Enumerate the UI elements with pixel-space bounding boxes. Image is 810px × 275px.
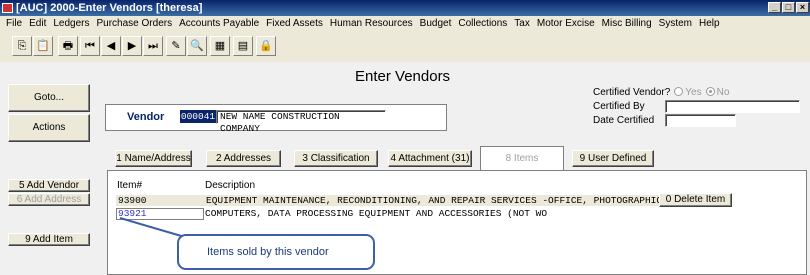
search-icon[interactable]: 🔍	[187, 36, 207, 56]
menu-fixed-assets[interactable]: Fixed Assets	[266, 18, 323, 29]
item-description: EQUIPMENT MAINTENANCE, RECONDITIONING, A…	[206, 195, 663, 206]
menu-bar: File Edit Ledgers Purchase Orders Accounts P…	[0, 16, 810, 32]
edit-icon[interactable]: ✎	[166, 36, 186, 56]
add-address-button[interactable]: 6 Add Address	[8, 193, 90, 206]
minimize-button[interactable]: _	[768, 2, 781, 13]
paste-icon[interactable]: 📋	[33, 36, 53, 56]
screen-title: Enter Vendors	[355, 68, 451, 85]
prev-record-icon[interactable]: ◀	[101, 36, 121, 56]
window-title: [AUC] 2000-Enter Vendors [theresa]	[16, 2, 203, 14]
certified-vendor-label: Certified Vendor? Yes No	[593, 87, 729, 98]
next-record-icon[interactable]: ▶	[122, 36, 142, 56]
tab-name-address[interactable]: 1 Name/Address	[115, 150, 192, 167]
actions-button[interactable]: Actions	[8, 114, 90, 142]
certified-yes-radio[interactable]	[674, 87, 684, 96]
item-description: COMPUTERS, DATA PROCESSING EQUIPMENT AND…	[205, 208, 548, 219]
vendor-label: Vendor	[127, 111, 165, 123]
tab-attachment[interactable]: 4 Attachment (31)	[388, 150, 472, 167]
certified-by-field[interactable]	[665, 100, 800, 113]
certified-no-radio[interactable]	[705, 87, 715, 96]
menu-misc-billing[interactable]: Misc Billing	[602, 18, 652, 29]
goto-button[interactable]: Goto...	[8, 84, 90, 112]
menu-help[interactable]: Help	[699, 18, 720, 29]
vendor-number-field[interactable]: 000041	[180, 110, 216, 123]
table-row[interactable]: COMPUTERS, DATA PROCESSING EQUIPMENT AND…	[205, 208, 695, 219]
table-row[interactable]: 93900 EQUIPMENT MAINTENANCE, RECONDITIONI…	[116, 195, 694, 206]
lock-icon[interactable]: 🔒	[256, 36, 276, 56]
menu-edit[interactable]: Edit	[29, 18, 46, 29]
add-item-button[interactable]: 9 Add Item	[8, 233, 90, 246]
menu-ledgers[interactable]: Ledgers	[53, 18, 89, 29]
tab-classification[interactable]: 3 Classification	[294, 150, 378, 167]
menu-motor-excise[interactable]: Motor Excise	[537, 18, 595, 29]
properties-icon[interactable]: ▤	[233, 36, 253, 56]
print-icon[interactable]: 🖶	[58, 36, 78, 56]
tab-items[interactable]: 8 Items	[480, 146, 564, 170]
item-number: 93900	[118, 195, 147, 206]
menu-budget[interactable]: Budget	[420, 18, 452, 29]
delete-item-button[interactable]: 0 Delete Item	[659, 193, 732, 207]
item-number-header: Item#	[117, 180, 143, 191]
app-icon	[2, 3, 13, 13]
add-vendor-button[interactable]: 5 Add Vendor	[8, 179, 90, 192]
title-bar: [AUC] 2000-Enter Vendors [theresa] _ □ ×	[0, 0, 810, 16]
maximize-button[interactable]: □	[782, 2, 795, 13]
close-button[interactable]: ×	[796, 2, 809, 13]
certified-vendor-text: Certified Vendor?	[593, 87, 671, 98]
description-header: Description	[205, 180, 256, 191]
toolbar: ⎘ 📋 🖶 ⏮ ◀ ▶ ⏭ ✎ 🔍 ▦ ▤ 🔒	[0, 32, 810, 63]
certified-no-label: No	[716, 87, 730, 98]
tab-user-defined[interactable]: 9 User Defined	[572, 150, 654, 167]
last-record-icon[interactable]: ⏭	[143, 36, 163, 56]
menu-purchase-orders[interactable]: Purchase Orders	[97, 18, 173, 29]
menu-system[interactable]: System	[659, 18, 692, 29]
date-certified-label: Date Certified	[593, 115, 655, 126]
certified-by-label: Certified By	[593, 101, 645, 112]
tab-addresses[interactable]: 2 Addresses	[206, 150, 281, 167]
menu-file[interactable]: File	[6, 18, 22, 29]
menu-human-resources[interactable]: Human Resources	[330, 18, 413, 29]
menu-collections[interactable]: Collections	[458, 18, 507, 29]
first-record-icon[interactable]: ⏮	[80, 36, 100, 56]
callout-note: Items sold by this vendor	[177, 234, 375, 270]
menu-accounts-payable[interactable]: Accounts Payable	[179, 18, 259, 29]
menu-tax[interactable]: Tax	[514, 18, 530, 29]
copy-icon[interactable]: ⎘	[12, 36, 32, 56]
date-certified-field[interactable]	[665, 114, 736, 127]
spreadsheet-icon[interactable]: ▦	[210, 36, 230, 56]
vendor-name-field[interactable]: NEW NAME CONSTRUCTION COMPANY	[216, 110, 386, 134]
certified-yes-label: Yes	[685, 87, 702, 98]
